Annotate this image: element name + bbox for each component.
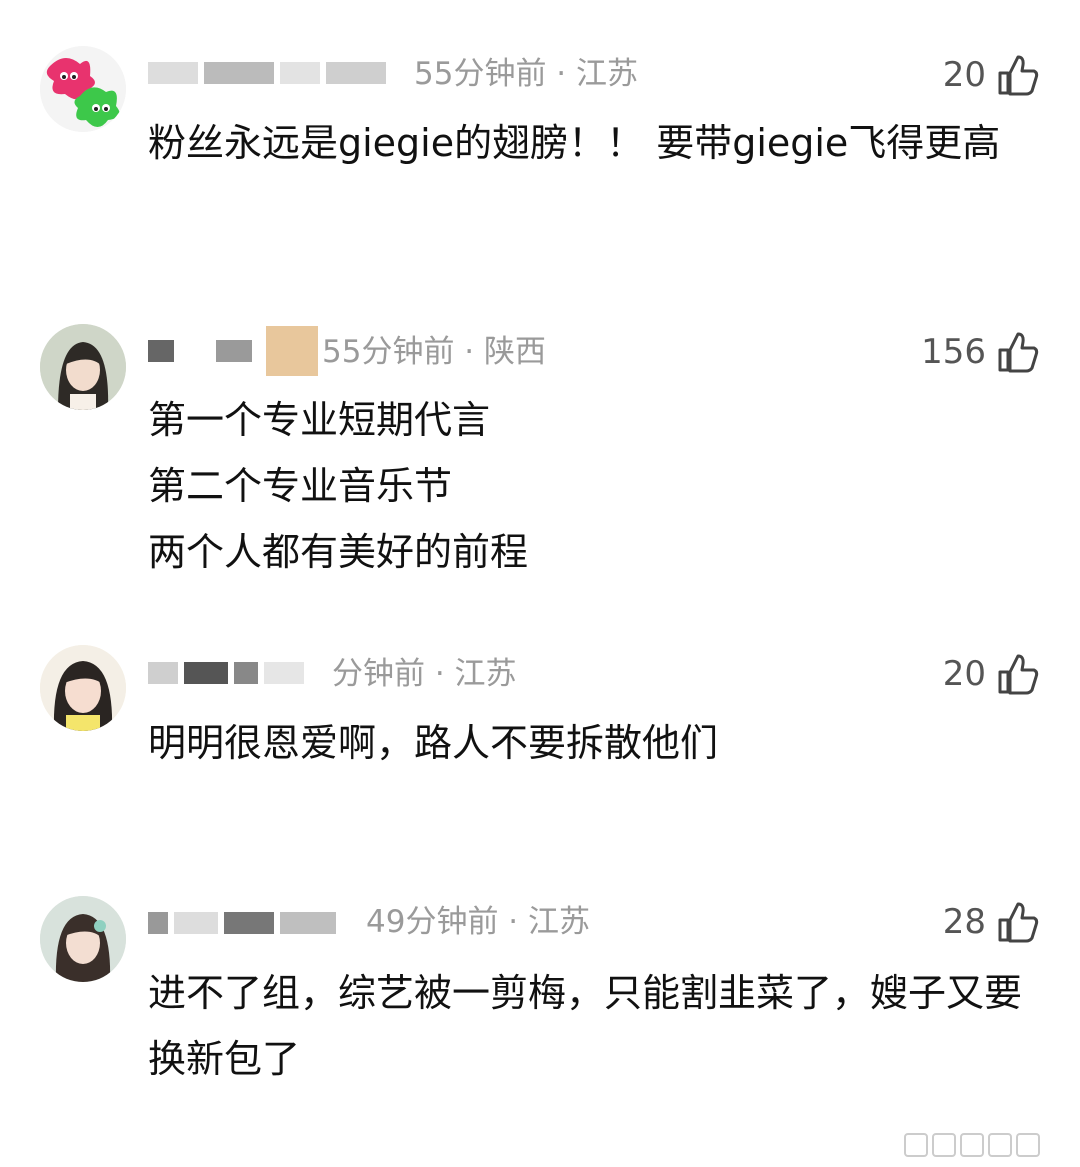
like-button[interactable]: 20	[943, 50, 1040, 100]
comment-text: 进不了组，综艺被一剪梅，只能割韭菜了，嫂子又要换新包了	[148, 971, 1023, 1081]
watermark-box-icon	[960, 1133, 984, 1157]
like-count: 20	[942, 654, 986, 694]
watermark-box-icon	[932, 1133, 956, 1157]
like-button[interactable]: 28	[943, 897, 1040, 947]
like-count: 20	[942, 55, 986, 95]
girl-photo-icon	[40, 645, 126, 731]
like-count: 28	[942, 902, 986, 942]
girl-photo-icon	[40, 324, 126, 410]
comment-text: 第一个专业短期代言 第二个专业音乐节 两个人都有美好的前程	[148, 398, 529, 574]
watermark-box-icon	[1016, 1133, 1040, 1157]
avatar[interactable]	[40, 324, 126, 410]
girl-photo-icon	[40, 896, 126, 982]
like-count: 156	[921, 332, 986, 372]
splat-avatar-icon	[40, 46, 126, 132]
avatar[interactable]	[40, 645, 126, 731]
comment-time-location: 55分钟前 · 陕西	[322, 334, 547, 370]
thumbs-up-icon	[998, 902, 1039, 943]
comment-time-location: 49分钟前 · 江苏	[366, 904, 591, 940]
avatar[interactable]	[40, 896, 126, 982]
like-button[interactable]: 156	[921, 327, 1040, 377]
comment-time-location: 分钟前 · 江苏	[332, 656, 517, 692]
username-blurred[interactable]	[148, 656, 310, 690]
comment-time-location: 55分钟前 · 江苏	[414, 56, 639, 92]
thumbs-up-icon	[998, 654, 1039, 695]
username-blurred[interactable]	[148, 326, 324, 376]
comment-text: 明明很恩爱啊，路人不要拆散他们	[148, 721, 719, 765]
username-blurred[interactable]	[148, 906, 342, 940]
watermark	[904, 1133, 1040, 1157]
watermark-box-icon	[988, 1133, 1012, 1157]
watermark-box-icon	[904, 1133, 928, 1157]
avatar[interactable]	[40, 46, 126, 132]
comment-text: 粉丝永远是giegie的翅膀！！ 要带giegie飞得更高	[148, 121, 1001, 165]
like-button[interactable]: 20	[943, 649, 1040, 699]
thumbs-up-icon	[998, 332, 1039, 373]
username-blurred[interactable]	[148, 56, 392, 90]
thumbs-up-icon	[998, 55, 1039, 96]
